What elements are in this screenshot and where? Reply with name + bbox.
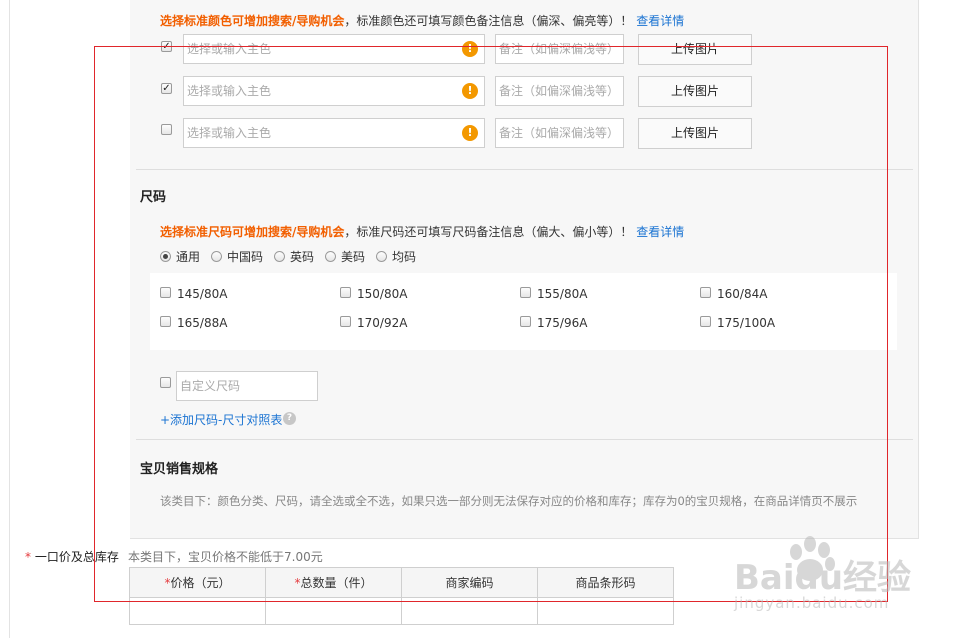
size-detail-link[interactable]: 查看详情 <box>636 225 684 239</box>
radio-general-label: 通用 <box>176 250 201 264</box>
color-row-1-checkbox[interactable]: ✓ <box>161 41 172 52</box>
color-row-2-input[interactable]: 选择或输入主色 <box>183 76 485 106</box>
quantity-cell[interactable] <box>265 597 402 625</box>
radio-us[interactable] <box>325 251 336 262</box>
color-row-2-checkbox[interactable]: ✓ <box>161 83 172 94</box>
column-price-label: 价格（元） <box>170 576 231 590</box>
color-row-3-checkbox[interactable] <box>161 124 172 135</box>
size-checkbox[interactable] <box>160 316 171 327</box>
radio-uk[interactable] <box>274 251 285 262</box>
color-tip-rest: ，标准颜色还可填写颜色备注信息（偏深、偏亮等）！ <box>344 14 633 28</box>
size-label: 145/80A <box>177 287 228 301</box>
size-checkbox[interactable] <box>160 287 171 298</box>
price-stock-label: * 一口价及总库存 <box>25 548 119 565</box>
color-row-1-note[interactable]: 备注（如偏深偏浅等） <box>495 34 624 64</box>
add-size-chart-link[interactable]: +添加尺码-尺寸对照表 <box>160 411 282 428</box>
radio-general[interactable] <box>160 251 171 262</box>
table-header: *价格（元） *总数量（件） 商家编码 商品条形码 <box>129 567 674 598</box>
column-merchant-code: 商家编码 <box>401 567 538 598</box>
size-label: 150/80A <box>357 287 408 301</box>
size-tip-bold: 选择标准尺码可增加搜索/导购机会 <box>160 225 345 239</box>
table-row <box>129 597 674 625</box>
upload-image-button[interactable]: 上传图片 <box>638 118 752 149</box>
watermark-url: jingyan.baidu.com <box>734 594 890 612</box>
radio-us-label: 美码 <box>341 250 366 264</box>
size-label: 175/100A <box>717 316 776 330</box>
radio-china[interactable] <box>211 251 222 262</box>
color-tip-bold: 选择标准颜色可增加搜索/导购机会 <box>160 14 345 28</box>
baidu-jingyan-watermark: Baidu经验 jingyan.baidu.com <box>734 530 914 630</box>
column-quantity-label: 总数量（件） <box>300 576 373 590</box>
size-options-grid <box>150 273 897 350</box>
size-label: 165/88A <box>177 316 228 330</box>
size-checkbox[interactable] <box>700 316 711 327</box>
color-tip: 选择标准颜色可增加搜索/导购机会，标准颜色还可填写颜色备注信息（偏深、偏亮等）！… <box>160 12 684 29</box>
price-hint: 本类目下，宝贝价格不能低于7.00元 <box>128 550 323 564</box>
color-row-3-note[interactable]: 备注（如偏深偏浅等） <box>495 118 624 148</box>
size-section-title: 尺码 <box>140 190 167 205</box>
color-row-1-input[interactable]: 选择或输入主色 <box>183 34 485 64</box>
barcode-cell[interactable] <box>537 597 674 625</box>
size-label: 170/92A <box>357 316 408 330</box>
size-checkbox[interactable] <box>520 316 531 327</box>
divider <box>136 169 913 170</box>
exclamation-icon: ! <box>462 125 478 141</box>
size-tip: 选择标准尺码可增加搜索/导购机会，标准尺码还可填写尺码备注信息（偏大、偏小等）！… <box>160 223 684 240</box>
custom-size-input[interactable]: 自定义尺码 <box>176 371 318 401</box>
size-checkbox[interactable] <box>700 287 711 298</box>
radio-one-size[interactable] <box>376 251 387 262</box>
price-stock-title: 一口价及总库存 <box>34 550 119 564</box>
color-detail-link[interactable]: 查看详情 <box>636 14 684 28</box>
upload-image-button[interactable]: 上传图片 <box>638 34 752 65</box>
color-row-2-note[interactable]: 备注（如偏深偏浅等） <box>495 76 624 106</box>
sales-spec-title: 宝贝销售规格 <box>140 462 219 477</box>
size-checkbox[interactable] <box>340 287 351 298</box>
custom-size-checkbox[interactable] <box>160 377 171 388</box>
upload-image-button[interactable]: 上传图片 <box>638 76 752 107</box>
size-label: 160/84A <box>717 287 768 301</box>
watermark-brand: Baidu经验 <box>734 558 912 598</box>
left-border <box>9 0 10 638</box>
radio-china-label: 中国码 <box>227 250 264 264</box>
divider <box>136 439 913 440</box>
price-cell[interactable] <box>129 597 266 625</box>
size-checkbox[interactable] <box>520 287 531 298</box>
column-quantity: *总数量（件） <box>265 567 402 598</box>
exclamation-icon: ! <box>462 83 478 99</box>
column-barcode: 商品条形码 <box>537 567 674 598</box>
size-tip-rest: ，标准尺码还可填写尺码备注信息（偏大、偏小等）！ <box>344 225 633 239</box>
column-price: *价格（元） <box>129 567 266 598</box>
radio-uk-label: 英码 <box>290 250 315 264</box>
sales-spec-note: 该类目下：颜色分类、尺码，请全选或全不选，如果只选一部分则无法保存对应的价格和库… <box>160 494 858 508</box>
price-stock-table: *价格（元） *总数量（件） 商家编码 商品条形码 <box>129 567 674 625</box>
required-mark: * <box>25 550 31 564</box>
color-row-3-input[interactable]: 选择或输入主色 <box>183 118 485 148</box>
exclamation-icon: ! <box>462 41 478 57</box>
size-label: 175/96A <box>537 316 588 330</box>
radio-one-size-label: 均码 <box>392 250 417 264</box>
size-label: 155/80A <box>537 287 588 301</box>
question-icon[interactable]: ? <box>283 412 296 425</box>
merchant-code-cell[interactable] <box>401 597 538 625</box>
size-checkbox[interactable] <box>340 316 351 327</box>
